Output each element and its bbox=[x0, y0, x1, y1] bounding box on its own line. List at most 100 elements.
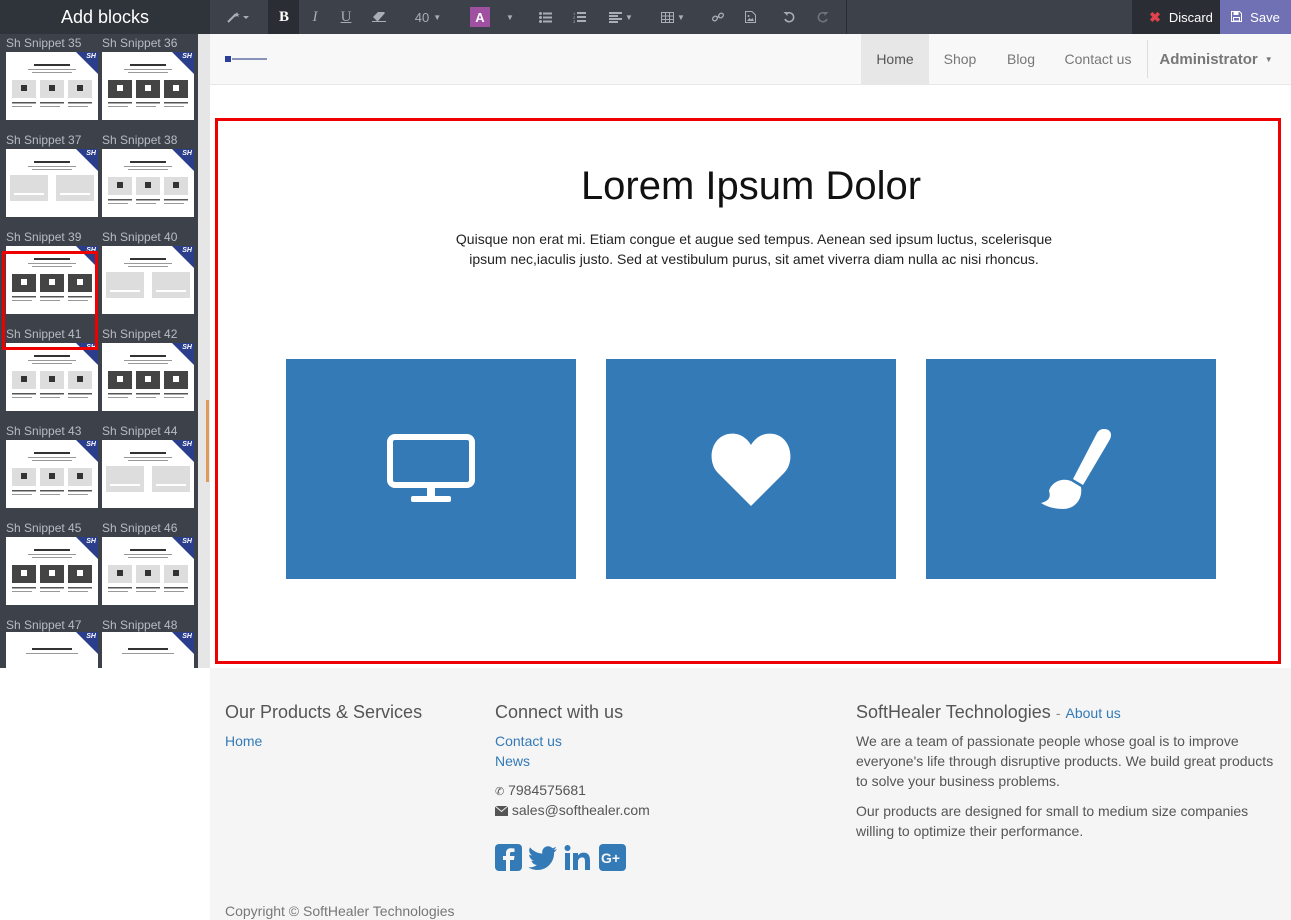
snippet-badge-text: SH bbox=[86, 150, 96, 157]
ordered-list-icon[interactable]: 123 bbox=[568, 0, 590, 34]
footer-company-heading: SoftHealer Technologies - About us bbox=[856, 702, 1121, 723]
footer-email: sales@softhealer.com bbox=[494, 800, 650, 821]
snippet-badge-text: SH bbox=[182, 247, 192, 254]
bold-icon[interactable]: B bbox=[269, 0, 299, 34]
heart-icon bbox=[711, 433, 791, 506]
nav-blog[interactable]: Blog bbox=[992, 34, 1050, 84]
snippet-badge-text: SH bbox=[86, 53, 96, 60]
snippet-badge-text: SH bbox=[182, 538, 192, 545]
snippet-label[interactable]: Sh Snippet 42 bbox=[102, 327, 177, 341]
phone-number: 7984575681 bbox=[508, 782, 586, 798]
snippet-thumbnail[interactable]: SH bbox=[6, 52, 98, 120]
selected-snippet-block[interactable]: Lorem Ipsum Dolor Quisque non erat mi. E… bbox=[215, 118, 1281, 664]
google-plus-icon[interactable]: G+ bbox=[599, 844, 626, 871]
user-name: Administrator bbox=[1159, 50, 1258, 68]
website-navbar: Home Shop Blog Contact us Administrator … bbox=[210, 34, 1291, 85]
snippet-badge-text: SH bbox=[182, 441, 192, 448]
discard-label: Discard bbox=[1168, 9, 1213, 25]
sidebar-scroll-thumb[interactable] bbox=[206, 400, 209, 482]
site-footer: Our Products & Services Home Connect wit… bbox=[210, 668, 1291, 920]
align-icon[interactable]: ▼ bbox=[606, 0, 636, 34]
chevron-down-icon[interactable]: ▼ bbox=[502, 0, 518, 34]
facebook-icon[interactable] bbox=[495, 844, 522, 871]
snippet-thumbnail[interactable]: SH bbox=[6, 537, 98, 605]
snippet-thumbnail[interactable]: SH bbox=[102, 52, 194, 120]
snippet-label[interactable]: Sh Snippet 37 bbox=[6, 133, 81, 147]
monitor-icon bbox=[387, 434, 475, 502]
font-size-dropdown[interactable]: 40 ▼ bbox=[408, 0, 448, 34]
italic-icon[interactable]: I bbox=[300, 0, 330, 34]
snippet-thumbnail[interactable]: SH bbox=[102, 632, 194, 668]
undo-icon[interactable] bbox=[779, 0, 799, 34]
sidebar-scrollbar[interactable] bbox=[198, 34, 210, 668]
footer-products-heading: Our Products & Services bbox=[225, 702, 423, 722]
snippet-badge-text: SH bbox=[182, 150, 192, 157]
snippet-thumbnail[interactable]: SH bbox=[6, 343, 98, 411]
unordered-list-icon[interactable] bbox=[534, 0, 556, 34]
snippet-thumbnail[interactable]: SH bbox=[102, 440, 194, 508]
nav-contact-us[interactable]: Contact us bbox=[1052, 34, 1144, 84]
feature-paint-brush[interactable] bbox=[926, 359, 1216, 579]
snippet-thumbnail[interactable]: SH bbox=[102, 537, 194, 605]
save-label: Save bbox=[1250, 9, 1280, 25]
snippet-badge-text: SH bbox=[86, 538, 96, 545]
font-color-icon[interactable]: A bbox=[468, 0, 492, 34]
feature-heart[interactable] bbox=[606, 359, 896, 579]
envelope-icon bbox=[494, 801, 509, 821]
font-size-value: 40 bbox=[414, 9, 430, 25]
nav-shop[interactable]: Shop bbox=[930, 34, 990, 84]
redo-icon[interactable] bbox=[813, 0, 833, 34]
hero-text[interactable]: Quisque non erat mi. Etiam congue et aug… bbox=[446, 229, 1062, 269]
snippet-label[interactable]: Sh Snippet 38 bbox=[102, 133, 177, 147]
footer-link-contact-us[interactable]: Contact us bbox=[495, 733, 562, 749]
snippet-label[interactable]: Sh Snippet 40 bbox=[102, 230, 177, 244]
hero-title[interactable]: Lorem Ipsum Dolor bbox=[218, 164, 1284, 209]
user-menu[interactable]: Administrator ▼ bbox=[1154, 34, 1278, 84]
caret-down-icon: ▼ bbox=[1264, 54, 1273, 64]
magic-wand-icon[interactable] bbox=[220, 0, 256, 34]
paint-brush-icon bbox=[1041, 429, 1112, 509]
snippet-sidebar: Add blocks Sh Snippet 35 Sh Snippet 36 SH S… bbox=[0, 0, 210, 668]
snippet-thumbnail[interactable]: SH bbox=[102, 246, 194, 314]
snippet-label[interactable]: Sh Snippet 43 bbox=[6, 424, 81, 438]
discard-button[interactable]: ✖ Discard bbox=[1132, 0, 1230, 34]
editor-toolbar: B I U 40 ▼ A ▼ 123 ▼ ▼ ✖ Discard Save bbox=[210, 0, 1291, 34]
copyright-text: Copyright © SoftHealer Technologies bbox=[225, 903, 455, 919]
svg-text:G+: G+ bbox=[601, 850, 620, 866]
snippet-label[interactable]: Sh Snippet 47 bbox=[6, 618, 81, 632]
snippet-label[interactable]: Sh Snippet 36 bbox=[102, 36, 177, 50]
about-us-link[interactable]: About us bbox=[1066, 705, 1121, 721]
table-icon[interactable]: ▼ bbox=[658, 0, 688, 34]
save-button[interactable]: Save bbox=[1220, 0, 1291, 34]
snippet-thumbnail[interactable]: SH bbox=[6, 632, 98, 668]
link-icon[interactable] bbox=[708, 0, 728, 34]
snippet-badge-text: SH bbox=[86, 441, 96, 448]
svg-text:3: 3 bbox=[573, 19, 576, 23]
site-logo[interactable] bbox=[225, 55, 267, 65]
snippet-thumbnail[interactable]: SH bbox=[102, 343, 194, 411]
email-address[interactable]: sales@softhealer.com bbox=[512, 802, 650, 818]
snippet-label[interactable]: Sh Snippet 48 bbox=[102, 618, 177, 632]
snippet-label[interactable]: Sh Snippet 45 bbox=[6, 521, 81, 535]
eraser-icon[interactable] bbox=[364, 0, 394, 34]
snippet-label[interactable]: Sh Snippet 39 bbox=[6, 230, 81, 244]
snippet-label[interactable]: Sh Snippet 46 bbox=[102, 521, 177, 535]
snippet-thumbnail[interactable]: SH bbox=[6, 149, 98, 217]
footer-about-text-1: We are a team of passionate people whose… bbox=[856, 733, 1274, 789]
heading-separator: - bbox=[1055, 705, 1061, 721]
feature-monitor[interactable] bbox=[286, 359, 576, 579]
floppy-disk-icon bbox=[1231, 10, 1243, 25]
snippet-label[interactable]: Sh Snippet 44 bbox=[102, 424, 177, 438]
selected-snippet-outline bbox=[2, 251, 98, 350]
snippet-thumbnail[interactable]: SH bbox=[102, 149, 194, 217]
image-icon[interactable] bbox=[740, 0, 760, 34]
footer-link-home[interactable]: Home bbox=[225, 733, 262, 749]
linkedin-icon[interactable] bbox=[564, 844, 591, 871]
nav-home[interactable]: Home bbox=[861, 34, 929, 84]
snippet-label[interactable]: Sh Snippet 35 bbox=[6, 36, 81, 50]
underline-icon[interactable]: U bbox=[331, 0, 361, 34]
footer-link-news[interactable]: News bbox=[495, 753, 530, 769]
twitter-icon[interactable] bbox=[528, 844, 557, 871]
footer-phone: ✆ 7984575681 bbox=[495, 780, 586, 802]
snippet-thumbnail[interactable]: SH bbox=[6, 440, 98, 508]
